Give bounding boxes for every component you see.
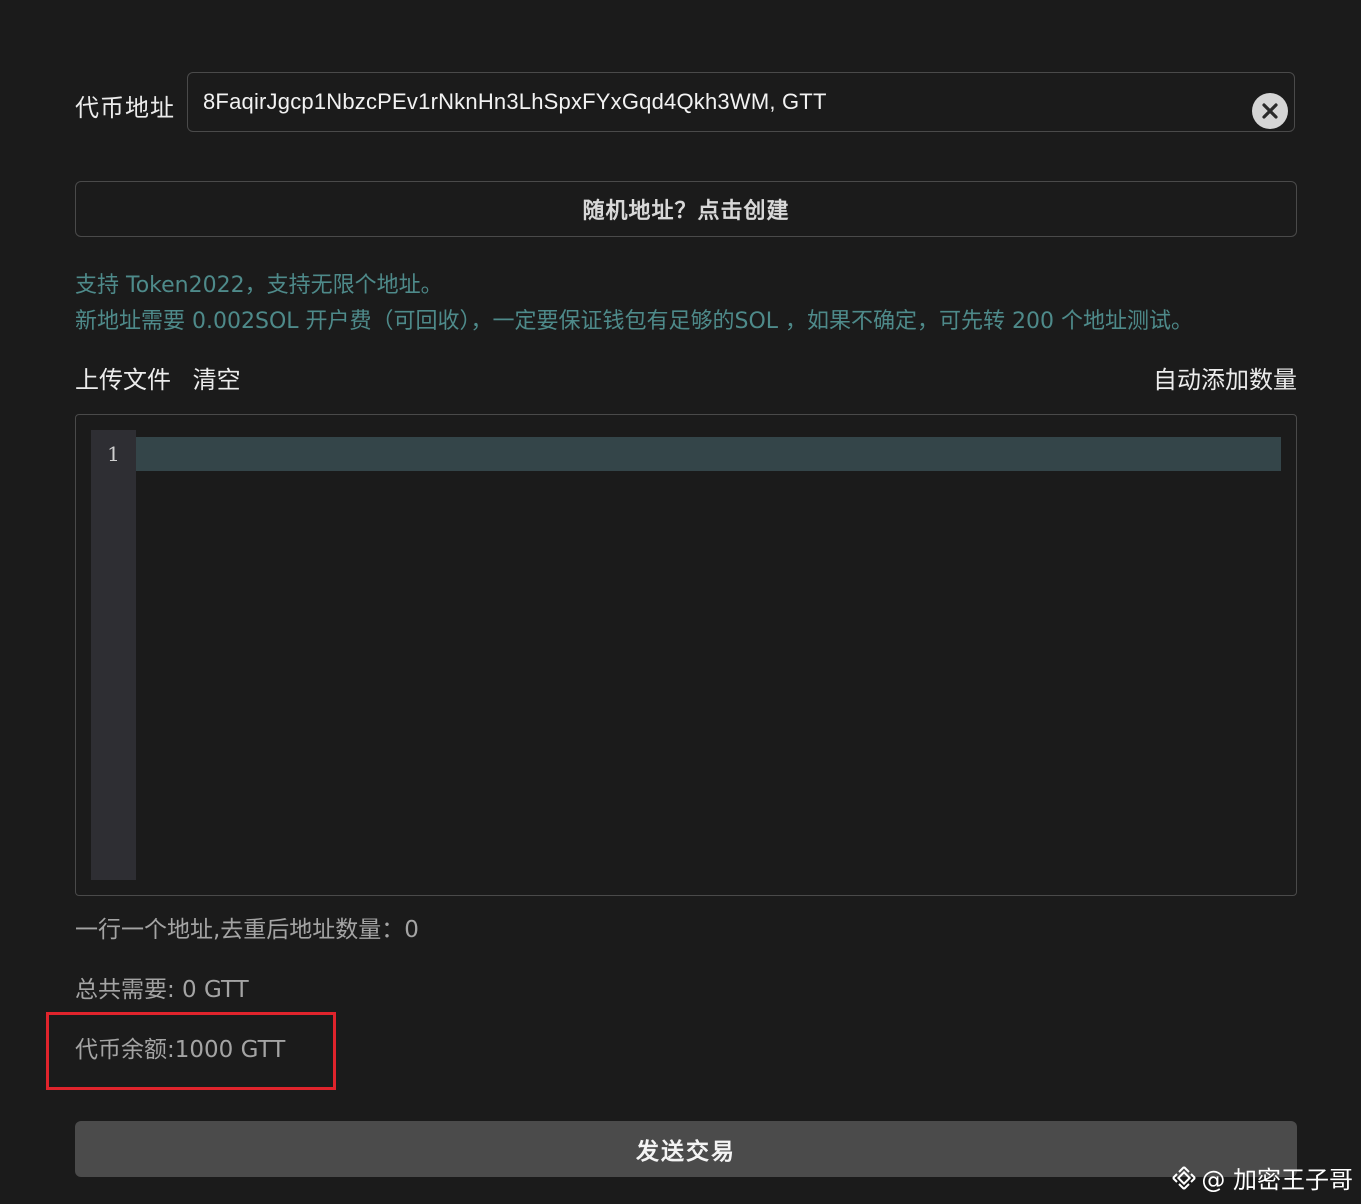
- create-random-address-button[interactable]: 随机地址？点击创建: [75, 181, 1297, 237]
- watermark: @ 加密王子哥: [1171, 1160, 1353, 1195]
- total-needed: 总共需要: 0 GTT: [75, 977, 249, 1003]
- airdrop-page: 代币地址 8FaqirJgcp1NbzcPEv1rNknHn3LhSpxFYxG…: [0, 0, 1361, 1204]
- note-token2022: 支持 Token2022，支持无限个地址。: [75, 273, 443, 298]
- close-circle-icon: [1262, 103, 1278, 119]
- clear-token-button[interactable]: [1252, 93, 1288, 129]
- token-address-input[interactable]: 8FaqirJgcp1NbzcPEv1rNknHn3LhSpxFYxGqd4Qk…: [187, 72, 1295, 132]
- token-address-row: 代币地址 8FaqirJgcp1NbzcPEv1rNknHn3LhSpxFYxG…: [75, 72, 1297, 134]
- token-address-value: 8FaqirJgcp1NbzcPEv1rNknHn3LhSpxFYxGqd4Qk…: [203, 89, 827, 114]
- watermark-text: @ 加密王子哥: [1201, 1166, 1353, 1194]
- address-editor[interactable]: 1: [75, 414, 1297, 896]
- balance-highlight-box: [46, 1012, 336, 1090]
- active-line[interactable]: [136, 437, 1281, 471]
- dedup-address-count: 一行一个地址,去重后地址数量：0: [75, 917, 419, 943]
- binance-logo-icon: [1172, 1165, 1197, 1190]
- upload-file-link[interactable]: 上传文件: [75, 366, 171, 394]
- send-transaction-button[interactable]: 发送交易: [75, 1121, 1297, 1177]
- editor-toolbar: 上传文件 清空: [75, 360, 255, 395]
- info-notes: 支持 Token2022，支持无限个地址。 新地址需要 0.002SOL 开户费…: [75, 268, 1193, 340]
- token-address-label: 代币地址: [75, 94, 175, 122]
- note-account-fee: 新地址需要 0.002SOL 开户费（可回收），一定要保证钱包有足够的SOL ，…: [75, 309, 1194, 334]
- line-gutter: [91, 430, 136, 880]
- line-number: 1: [91, 437, 136, 471]
- clear-link[interactable]: 清空: [193, 366, 241, 394]
- auto-add-amount-link[interactable]: 自动添加数量: [1153, 360, 1297, 395]
